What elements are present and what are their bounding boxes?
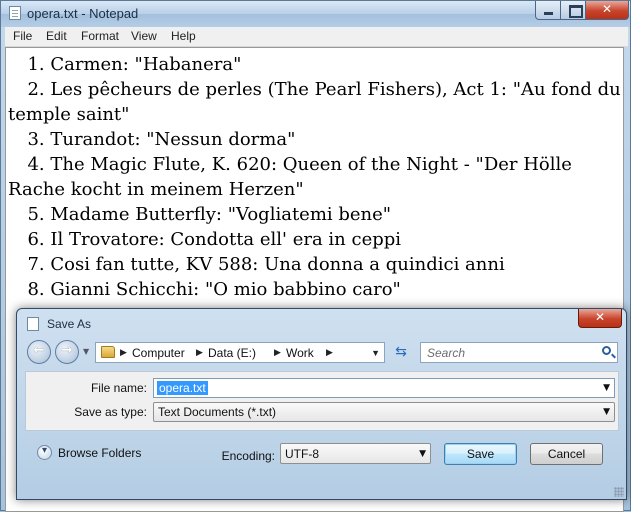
save-as-type-value: Text Documents (*.txt) — [158, 405, 277, 419]
address-bar[interactable]: ▶ Computer ▶ Data (E:) ▶ Work ▶ ▼ — [95, 342, 385, 363]
save-form-panel: File name: opera.txt ▼ Save as type: Tex… — [25, 371, 619, 431]
dialog-close-button[interactable] — [578, 309, 622, 328]
search-icon[interactable] — [602, 346, 611, 355]
text-line: 6. Il Trovatore: Condotta ell' era in ce… — [21, 229, 402, 250]
back-arrow-icon[interactable] — [27, 340, 51, 364]
text-line: 5. Madame Butterfly: "Vogliatemi bene" — [21, 204, 392, 225]
menu-view[interactable]: View — [131, 29, 157, 43]
chevron-down-icon[interactable]: ▼ — [419, 449, 426, 459]
file-name-value[interactable]: opera.txt — [157, 381, 208, 395]
encoding-value: UTF-8 — [285, 447, 319, 461]
menu-bar: File Edit Format View Help — [5, 27, 628, 47]
save-as-dialog: Save As ▼ ▶ Computer ▶ Data (E:) ▶ Work … — [16, 308, 627, 500]
breadcrumb-drive[interactable]: Data (E:) — [208, 346, 256, 360]
cancel-button[interactable]: Cancel — [530, 443, 603, 465]
save-button[interactable]: Save — [444, 443, 517, 465]
browse-folders-toggle[interactable]: Browse Folders — [37, 445, 157, 465]
text-line: 1. Carmen: "Habanera" — [21, 54, 242, 75]
text-line: Rache kocht in meinem Herzen" — [8, 179, 304, 200]
breadcrumb-separator-icon[interactable]: ▶ — [196, 347, 203, 358]
maximize-button[interactable] — [560, 1, 586, 20]
refresh-icon[interactable]: ⇆ — [389, 342, 413, 363]
menu-file[interactable]: File — [13, 29, 32, 43]
search-box[interactable] — [420, 342, 618, 363]
dialog-title: Save As — [47, 317, 92, 331]
encoding-label: Encoding: — [221, 449, 275, 463]
notepad-titlebar[interactable]: opera.txt - Notepad — [1, 1, 630, 27]
notepad-document-icon — [9, 6, 21, 20]
text-line: 8. Gianni Schicchi: "O mio babbino caro" — [21, 279, 401, 300]
resize-grip[interactable] — [614, 487, 624, 497]
breadcrumb-separator-icon[interactable]: ▶ — [274, 347, 281, 358]
text-line: temple saint" — [8, 104, 130, 125]
text-line: 7. Cosi fan tutte, KV 588: Una donna a q… — [21, 254, 505, 275]
text-line: 2. Les pêcheurs de perles (The Pearl Fis… — [21, 79, 621, 100]
minimize-button[interactable] — [535, 1, 561, 20]
search-input[interactable] — [421, 343, 593, 362]
history-dropdown-icon[interactable]: ▼ — [83, 347, 89, 356]
text-line: 4. The Magic Flute, K. 620: Queen of the… — [21, 154, 572, 175]
forward-arrow-icon[interactable] — [55, 340, 79, 364]
save-as-type-label: Save as type: — [74, 405, 147, 419]
save-as-type-select[interactable]: Text Documents (*.txt) ▼ — [153, 402, 615, 422]
browse-folders-label[interactable]: Browse Folders — [58, 446, 141, 460]
close-button[interactable] — [585, 1, 629, 20]
folder-icon — [101, 346, 115, 358]
chevron-down-icon[interactable]: ▼ — [603, 407, 610, 417]
chevron-down-icon[interactable]: ▼ — [603, 383, 610, 393]
menu-format[interactable]: Format — [81, 29, 119, 43]
breadcrumb-work[interactable]: Work — [286, 346, 314, 360]
text-line: 3. Turandot: "Nessun dorma" — [21, 129, 296, 150]
breadcrumb-computer[interactable]: Computer — [132, 346, 185, 360]
encoding-select[interactable]: UTF-8 ▼ — [280, 443, 431, 464]
expand-chevron-icon[interactable] — [37, 445, 52, 460]
file-name-input[interactable]: opera.txt ▼ — [153, 378, 615, 398]
menu-help[interactable]: Help — [171, 29, 196, 43]
window-title: opera.txt - Notepad — [27, 6, 139, 21]
dialog-document-icon — [27, 317, 39, 331]
breadcrumb-separator-icon[interactable]: ▶ — [120, 347, 127, 358]
file-name-label: File name: — [90, 381, 147, 395]
address-dropdown-icon[interactable]: ▼ — [371, 348, 380, 358]
menu-edit[interactable]: Edit — [46, 29, 67, 43]
breadcrumb-separator-icon[interactable]: ▶ — [326, 347, 333, 358]
